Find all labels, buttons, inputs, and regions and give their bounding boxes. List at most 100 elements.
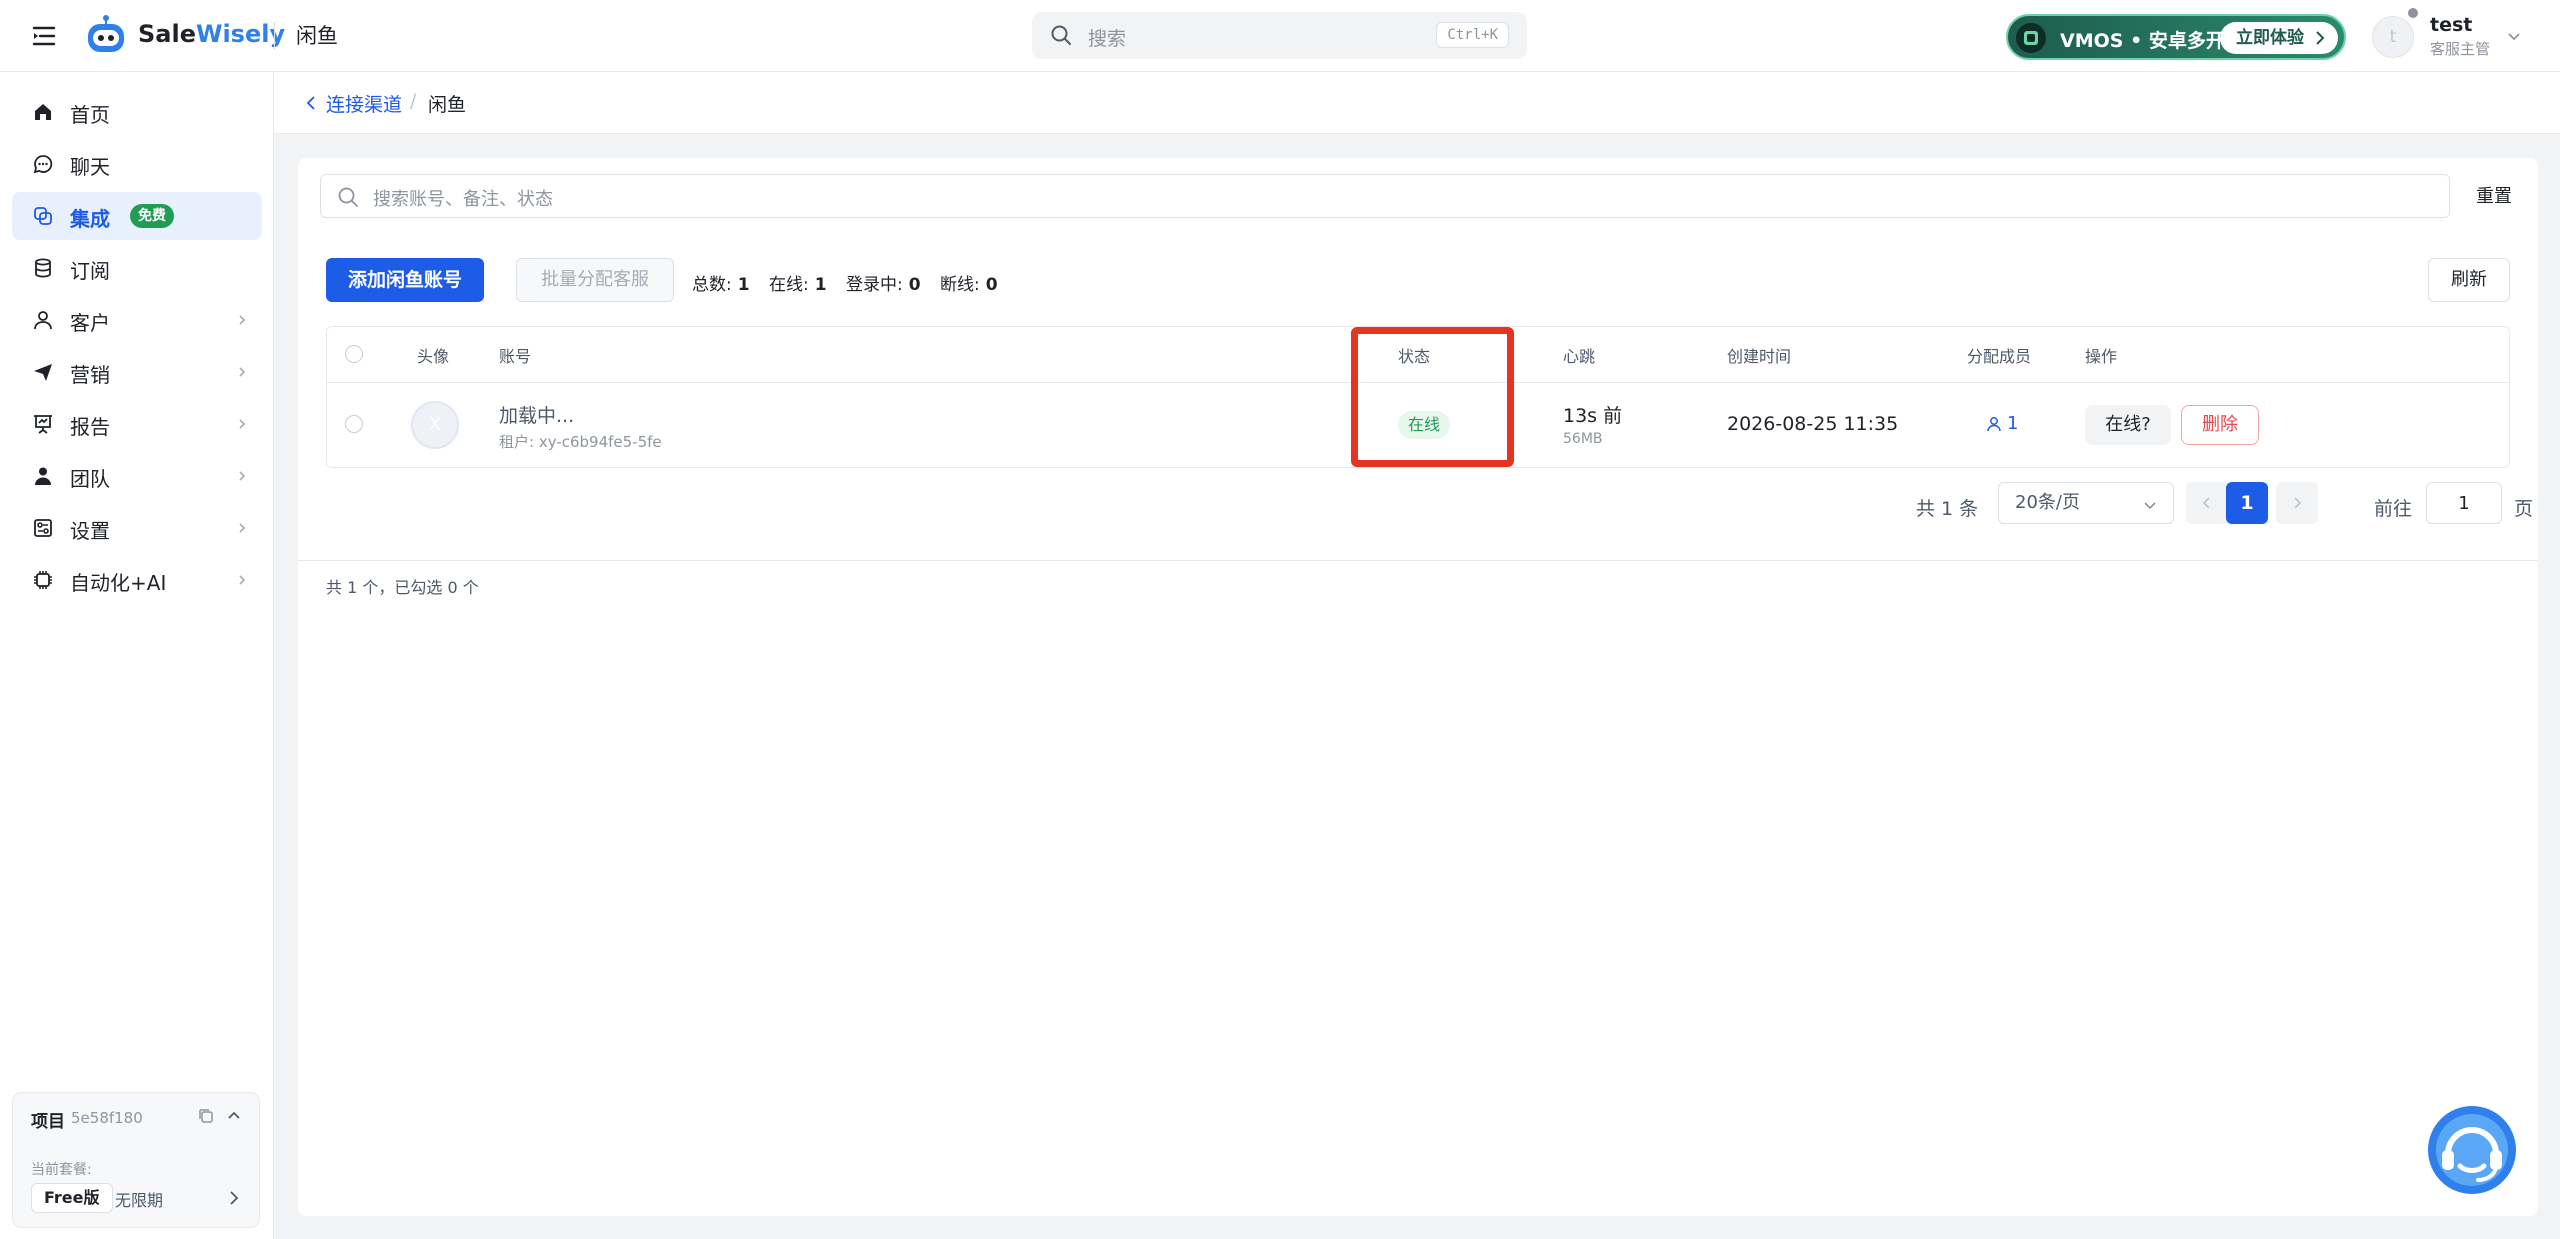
sidebar-item-customers[interactable]: 客户: [12, 296, 262, 344]
chevron-right-icon: [236, 416, 248, 432]
chevron-right-icon: [2314, 22, 2326, 54]
stat-logging-value: 0: [908, 275, 921, 295]
customer-support-icon[interactable]: [2426, 1104, 2518, 1196]
free-badge: 免费: [130, 204, 174, 228]
sidebar-item-reports[interactable]: 报告: [12, 400, 262, 448]
project-card: 项目 5e58f180 当前套餐: Free版 无限期: [12, 1092, 260, 1228]
integration-icon: [32, 205, 54, 227]
chevron-down-icon[interactable]: [2506, 28, 2522, 44]
breadcrumb: 连接渠道 / 闲鱼: [274, 72, 2560, 134]
page-number-current[interactable]: 1: [2226, 482, 2268, 524]
plan-badge: Free版: [31, 1183, 113, 1213]
chat-icon: [32, 153, 54, 175]
brand-divider: [274, 22, 275, 50]
account-search-placeholder: 搜索账号、备注、状态: [373, 189, 553, 210]
user-name[interactable]: test: [2430, 14, 2472, 36]
add-account-button[interactable]: 添加闲鱼账号: [326, 258, 484, 302]
salewisely-logo-icon: [84, 14, 128, 58]
search-icon: [1050, 24, 1072, 46]
heartbeat-memory: 56MB: [1563, 431, 1603, 447]
sidebar-item-label: 自动化+AI: [70, 571, 167, 595]
user-icon: [32, 309, 54, 331]
sidebar-item-subscription[interactable]: 订阅: [12, 244, 262, 292]
created-time: 2026-08-25 11:35: [1727, 413, 1899, 435]
chevron-right-icon[interactable]: [227, 1189, 241, 1207]
sidebar-item-label: 报告: [70, 415, 110, 439]
sidebar-item-integration[interactable]: 集成 免费: [12, 192, 262, 240]
account-stats: 总数: 1 在线: 1 登录中: 0 断线: 0: [692, 270, 1012, 295]
goto-page-input[interactable]: [2426, 482, 2502, 524]
assigned-members-count: 1: [2007, 413, 2019, 434]
chevron-right-icon: [2294, 496, 2302, 509]
accounts-card: 搜索账号、备注、状态 重置 添加闲鱼账号 批量分配客服 总数: 1 在线: 1 登录…: [298, 158, 2538, 1216]
global-search[interactable]: 搜索 Ctrl+K: [1032, 12, 1527, 59]
project-title: 项目: [31, 1112, 65, 1132]
refresh-button[interactable]: 刷新: [2428, 258, 2510, 302]
chevron-up-icon[interactable]: [225, 1107, 243, 1125]
chip-icon: [32, 569, 54, 591]
select-all-checkbox[interactable]: [345, 345, 363, 363]
prev-page-button[interactable]: [2186, 482, 2228, 524]
sidebar-item-label: 聊天: [70, 155, 110, 179]
chevron-left-icon[interactable]: [304, 94, 318, 112]
reset-button[interactable]: 重置: [2476, 182, 2512, 208]
page-size-select[interactable]: 20条/页: [1998, 482, 2174, 524]
sidebar-item-label: 订阅: [70, 259, 110, 283]
check-online-button[interactable]: 在线?: [2085, 405, 2171, 445]
column-header-account: 账号: [499, 347, 532, 366]
promo-try-button[interactable]: 立即体验: [2220, 22, 2338, 54]
account-avatar: X: [411, 401, 459, 449]
delete-button[interactable]: 删除: [2181, 405, 2259, 445]
breadcrumb-separator: /: [410, 90, 417, 112]
chevron-right-icon: [236, 572, 248, 588]
stat-total-label: 总数:: [692, 275, 732, 295]
user-icon: [1985, 415, 2003, 433]
breadcrumb-link-channels[interactable]: 连接渠道: [326, 90, 402, 117]
main-content: 连接渠道 / 闲鱼 搜索账号、备注、状态 重置 添加闲鱼账号 批量分配客服 总数…: [274, 72, 2560, 1239]
plan-term: 无限期: [115, 1191, 164, 1210]
sidebar-item-chat[interactable]: 聊天: [12, 140, 262, 188]
current-page-name: 闲鱼: [296, 24, 338, 48]
top-bar: SaleWisely 闲鱼 搜索 Ctrl+K VMOS • 安卓多开 立即体验…: [0, 0, 2560, 72]
stat-offline-label: 断线:: [939, 275, 980, 295]
stat-total-value: 1: [737, 275, 750, 295]
brand-name-part2: Wisely: [195, 20, 286, 48]
search-placeholder: 搜索: [1088, 28, 1127, 50]
next-page-button[interactable]: [2276, 482, 2318, 524]
chevron-right-icon: [236, 520, 248, 536]
user-role: 客服主管: [2430, 40, 2491, 58]
page-size-value: 20条/页: [2015, 492, 2080, 513]
chevron-right-icon: [236, 364, 248, 380]
sidebar: 首页 聊天 集成 免费 订阅 客户 营销 报告 团队 设置 自动化+AI 项目 …: [0, 72, 274, 1239]
sidebar-item-team[interactable]: 团队: [12, 452, 262, 500]
brand-name: SaleWisely: [138, 20, 285, 48]
copy-icon[interactable]: [197, 1107, 215, 1125]
vmos-logo-icon: [2016, 23, 2046, 53]
sidebar-item-automation-ai[interactable]: 自动化+AI: [12, 556, 262, 604]
promo-text: VMOS • 安卓多开: [2060, 30, 2225, 52]
card-divider: [298, 560, 2538, 561]
database-icon: [32, 257, 54, 279]
sidebar-item-settings[interactable]: 设置: [12, 504, 262, 552]
column-header-heartbeat: 心跳: [1563, 347, 1596, 366]
stat-online-value: 1: [814, 275, 827, 295]
promo-try-label: 立即体验: [2236, 28, 2304, 48]
vmos-promo-banner[interactable]: VMOS • 安卓多开 立即体验: [2006, 14, 2346, 60]
sidebar-item-label: 营销: [70, 363, 110, 387]
sidebar-item-marketing[interactable]: 营销: [12, 348, 262, 396]
stat-offline-value: 0: [985, 275, 998, 295]
menu-toggle-icon[interactable]: [30, 22, 58, 50]
chevron-right-icon: [236, 312, 248, 328]
selection-summary: 共 1 个，已勾选 0 个: [326, 578, 479, 597]
column-header-created: 创建时间: [1727, 347, 1792, 366]
breadcrumb-current: 闲鱼: [428, 94, 467, 116]
sidebar-item-home[interactable]: 首页: [12, 88, 262, 136]
send-icon: [32, 361, 54, 383]
sidebar-item-label: 客户: [70, 311, 110, 335]
account-search-input[interactable]: 搜索账号、备注、状态: [320, 174, 2450, 218]
column-header-avatar: 头像: [417, 347, 450, 366]
user-avatar[interactable]: t: [2372, 16, 2414, 58]
batch-assign-button[interactable]: 批量分配客服: [516, 258, 674, 302]
team-icon: [32, 465, 54, 487]
row-checkbox[interactable]: [345, 415, 363, 433]
